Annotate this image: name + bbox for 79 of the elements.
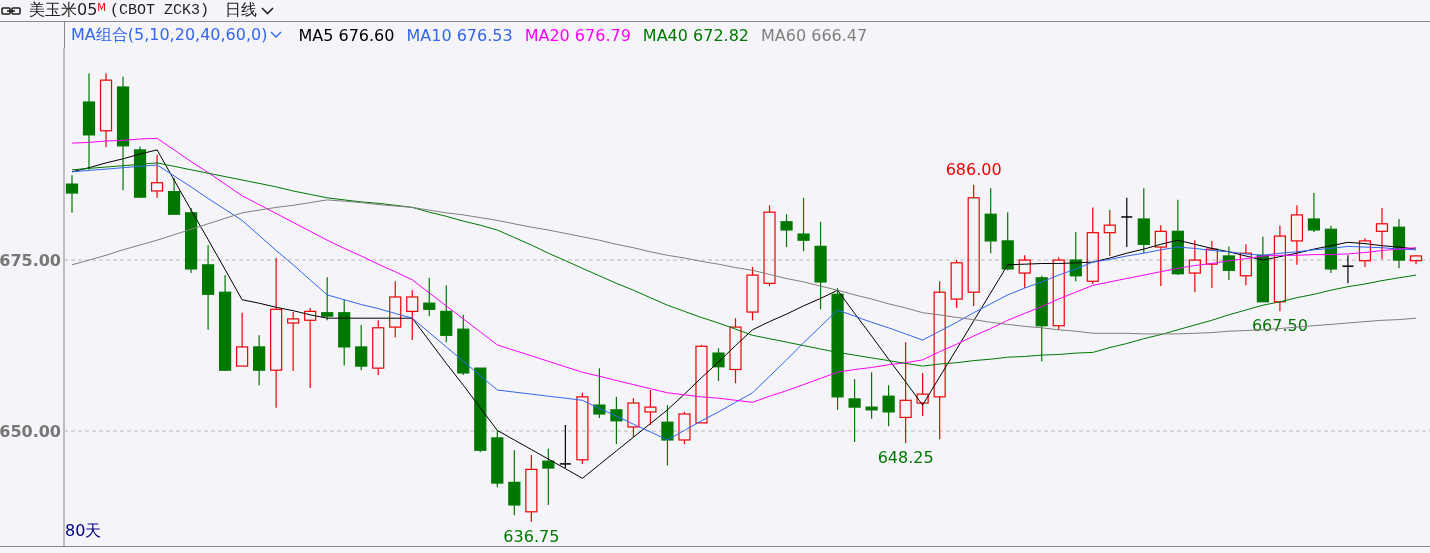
candlestick (508, 449, 521, 516)
candlestick (338, 299, 351, 366)
contract-code: (CBOT ZCK3) (110, 2, 210, 19)
link-icon (1, 5, 21, 16)
ma-legend-value: MA20 676.79 (524, 25, 631, 45)
price-label: 636.75 (503, 526, 560, 546)
candlestick (1103, 209, 1116, 257)
ma-legend-value: MA60 666.47 (761, 25, 868, 45)
candlestick (185, 207, 198, 274)
candlestick (1409, 254, 1423, 265)
candlestick (627, 397, 640, 438)
candlestick (610, 396, 623, 445)
candlestick (1120, 197, 1134, 248)
price-label: 667.50 (1251, 316, 1308, 336)
ma-selector[interactable]: MA组合(5,10,20,40,60,0) (71, 24, 283, 46)
candlestick (1392, 218, 1406, 269)
candlestick (1069, 231, 1082, 282)
candlestick (1222, 245, 1235, 281)
candlestick (882, 384, 895, 427)
candlestick (150, 154, 164, 199)
candlestick (1307, 192, 1320, 233)
candlestick (236, 312, 249, 367)
candlestick (1375, 207, 1389, 260)
chevron-down-icon (261, 6, 275, 15)
ma-legend-value: MA5 676.60 (298, 25, 395, 45)
candlestick (65, 174, 79, 214)
candlestick (1290, 204, 1303, 266)
candlestick (712, 347, 725, 382)
candlestick (1239, 243, 1252, 286)
candlestick (1137, 187, 1150, 254)
candlestick (542, 448, 555, 506)
y-axis-label: 675.00 (0, 251, 61, 271)
candlestick (950, 259, 963, 309)
candlestick (1358, 237, 1372, 268)
candlestick (865, 371, 878, 420)
candlestick (1154, 224, 1167, 287)
y-axis-label: 650.00 (0, 422, 61, 442)
candlestick (133, 145, 147, 199)
candlestick (1324, 225, 1338, 274)
candlestick (780, 213, 793, 248)
candlestick (746, 266, 759, 321)
candlestick (525, 454, 538, 523)
candlestick (287, 311, 300, 372)
candlestick (729, 317, 742, 384)
candlestick (406, 289, 419, 341)
price-label: 648.25 (877, 448, 934, 468)
symbol-name: 美玉米05 (29, 0, 98, 21)
candlestick (644, 389, 657, 426)
ma-legend-value: MA40 672.82 (642, 25, 750, 45)
candlestick (321, 276, 334, 321)
chevron-down-icon (270, 31, 283, 39)
candlestick (797, 197, 810, 252)
period-label: 80天 (65, 521, 102, 540)
candlestick (355, 324, 368, 371)
candlestick (1205, 240, 1218, 289)
period-dropdown[interactable]: 日线 (225, 0, 275, 21)
ma-legend-value: MA10 676.53 (406, 25, 513, 45)
candlestick (916, 372, 929, 417)
candlestick (423, 277, 436, 317)
candlestick (389, 280, 402, 338)
candlestick (1256, 236, 1269, 303)
candlestick (1341, 254, 1355, 284)
candlestick (1018, 254, 1031, 289)
candlestick (661, 404, 674, 466)
candlestick (457, 314, 470, 376)
candlestick (372, 319, 385, 376)
candlestick (848, 378, 861, 443)
candlestick (593, 367, 606, 419)
candlestick (559, 424, 572, 469)
candlestick (984, 187, 997, 254)
candlestick (440, 284, 453, 343)
symbol-mark: M (97, 2, 106, 13)
candlestick (168, 177, 181, 215)
candlestick (1001, 211, 1014, 271)
price-label: 686.00 (945, 159, 1002, 179)
candlestick (253, 334, 266, 386)
candlestick (1188, 239, 1201, 293)
candlestick (491, 429, 504, 488)
candlestick (678, 411, 691, 445)
